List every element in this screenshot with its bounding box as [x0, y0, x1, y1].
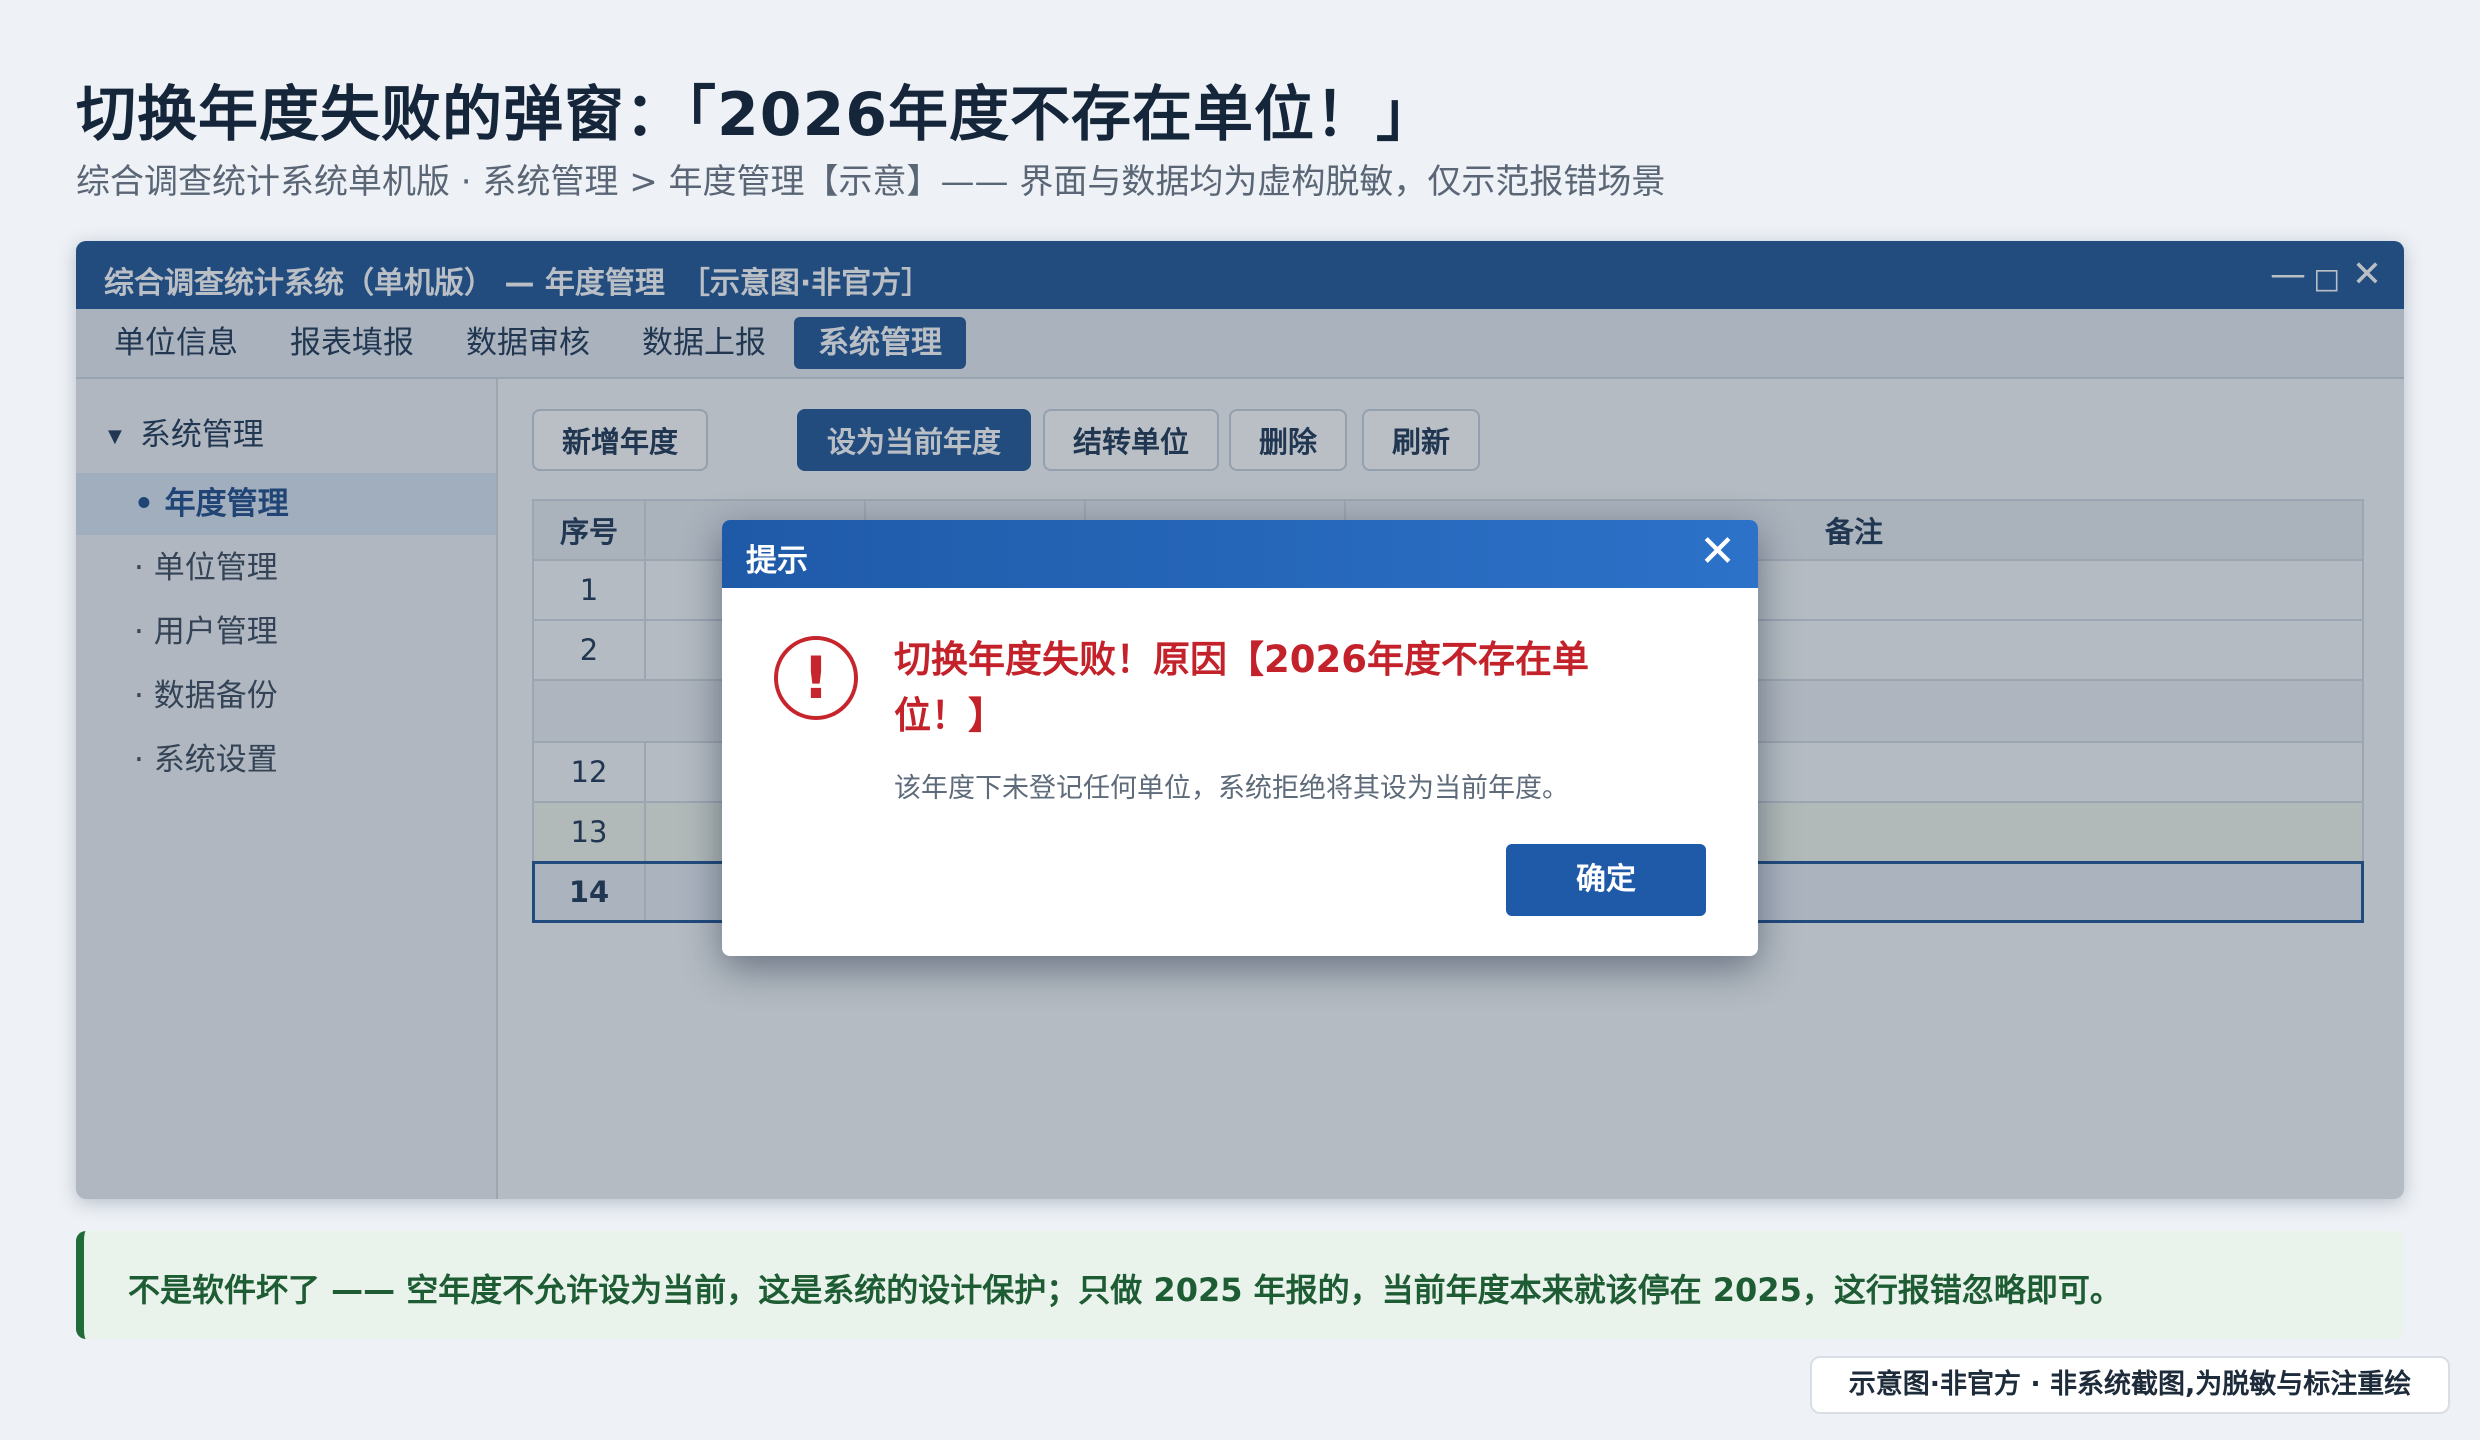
error-dialog: 提示 ✕ ! 切换年度失败！原因【2026年度不存在单位！】 该年度下未登记任何… [722, 520, 1758, 956]
error-detail: 该年度下未登记任何单位，系统拒绝将其设为当前年度。 [894, 773, 1569, 804]
page-title: 切换年度失败的弹窗：「2026年度不存在单位！」 [76, 80, 1437, 150]
dialog-close-icon[interactable]: ✕ [1699, 526, 1736, 578]
note-banner: 不是软件坏了 —— 空年度不允许设为当前，这是系统的设计保护；只做 2025 年… [76, 1231, 2404, 1339]
dialog-header: 提示 ✕ [722, 520, 1758, 588]
error-message: 切换年度失败！原因【2026年度不存在单位！】 [894, 638, 1589, 737]
page-subtitle: 综合调查统计系统单机版 · 系统管理 > 年度管理【示意】—— 界面与数据均为虚… [76, 162, 1666, 202]
error-icon: ! [774, 636, 858, 720]
ok-button[interactable]: 确定 [1506, 844, 1706, 916]
note-text: 不是软件坏了 —— 空年度不允许设为当前，这是系统的设计保护；只做 2025 年… [128, 1271, 2122, 1309]
disclaimer-badge: 示意图·非官方 · 非系统截图,为脱敏与标注重绘 [1810, 1356, 2450, 1414]
dialog-title: 提示 [746, 543, 808, 579]
